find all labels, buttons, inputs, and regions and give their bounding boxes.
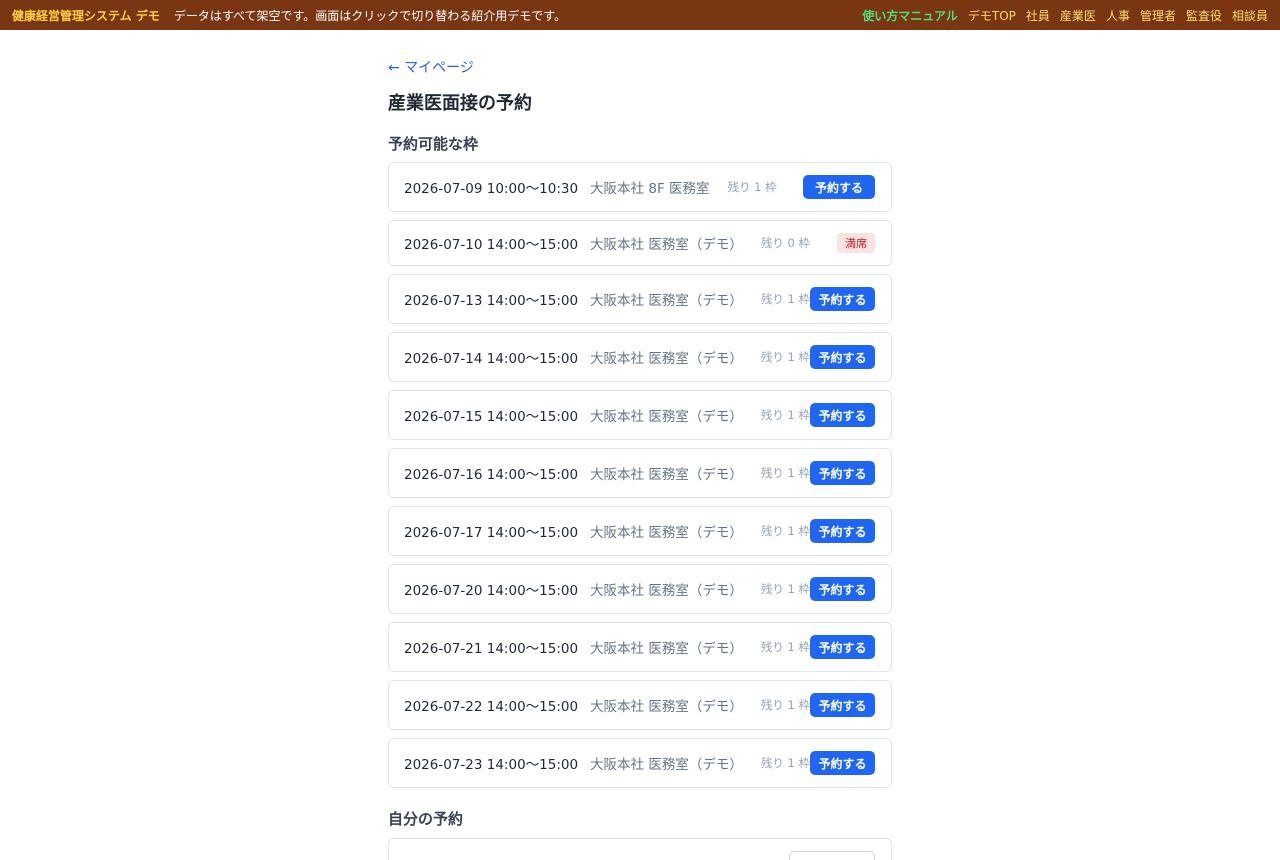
slot-remaining: 残り 1 枠 bbox=[760, 350, 810, 364]
book-button[interactable]: 予約する bbox=[810, 345, 875, 369]
slot-remaining: 残り 1 枠 bbox=[760, 582, 810, 596]
top-nav: 使い方マニュアル デモTOP 社員 産業医 人事 管理者 監査役 相談員 bbox=[862, 7, 1268, 24]
full-badge: 満席 bbox=[837, 233, 875, 253]
demo-notice: データはすべて架空です。画面はクリックで切り替わる紹介用デモです。 bbox=[173, 8, 567, 23]
slot-row: 2026-07-22 14:00〜15:00 大阪本社 医務室（デモ） 残り 1… bbox=[388, 680, 892, 730]
slot-location: 大阪本社 医務室（デモ） bbox=[590, 699, 743, 715]
my-reservation-card bbox=[388, 838, 892, 860]
book-button[interactable]: 予約する bbox=[810, 635, 875, 659]
book-button[interactable]: 予約する bbox=[810, 403, 875, 427]
slot-location: 大阪本社 医務室（デモ） bbox=[590, 409, 743, 425]
slot-location: 大阪本社 医務室（デモ） bbox=[590, 467, 743, 483]
back-to-mypage-link[interactable]: ← マイページ bbox=[388, 57, 892, 77]
slot-list: 2026-07-09 10:00〜10:30 大阪本社 8F 医務室 残り 1 … bbox=[388, 162, 892, 788]
main-content: ← マイページ 産業医面接の予約 予約可能な枠 2026-07-09 10:00… bbox=[388, 30, 892, 860]
slot-row: 2026-07-21 14:00〜15:00 大阪本社 医務室（デモ） 残り 1… bbox=[388, 622, 892, 672]
slot-datetime: 2026-07-23 14:00〜15:00 bbox=[404, 757, 579, 773]
slot-datetime: 2026-07-15 14:00〜15:00 bbox=[404, 409, 579, 425]
slot-datetime: 2026-07-20 14:00〜15:00 bbox=[404, 583, 579, 599]
slot-remaining: 残り 1 枠 bbox=[760, 524, 810, 538]
available-slots-heading: 予約可能な枠 bbox=[388, 135, 479, 153]
slot-location: 大阪本社 医務室（デモ） bbox=[590, 351, 743, 367]
reservation-action-button[interactable] bbox=[789, 851, 875, 860]
slot-row: 2026-07-10 14:00〜15:00 大阪本社 医務室（デモ） 残り 0… bbox=[388, 220, 892, 266]
slot-row: 2026-07-20 14:00〜15:00 大阪本社 医務室（デモ） 残り 1… bbox=[388, 564, 892, 614]
slot-remaining: 残り 1 枠 bbox=[760, 640, 810, 654]
slot-datetime: 2026-07-21 14:00〜15:00 bbox=[404, 641, 579, 657]
slot-datetime: 2026-07-22 14:00〜15:00 bbox=[404, 699, 579, 715]
nav-auditor-link[interactable]: 監査役 bbox=[1186, 7, 1222, 24]
slot-datetime: 2026-07-10 14:00〜15:00 bbox=[404, 237, 579, 253]
nav-demo-top-link[interactable]: デモTOP bbox=[968, 7, 1016, 24]
slot-row: 2026-07-14 14:00〜15:00 大阪本社 医務室（デモ） 残り 1… bbox=[388, 332, 892, 382]
nav-employee-link[interactable]: 社員 bbox=[1026, 7, 1050, 24]
slot-row: 2026-07-13 14:00〜15:00 大阪本社 医務室（デモ） 残り 1… bbox=[388, 274, 892, 324]
slot-datetime: 2026-07-16 14:00〜15:00 bbox=[404, 467, 579, 483]
slot-remaining: 残り 1 枠 bbox=[760, 292, 810, 306]
page-title: 産業医面接の予約 bbox=[388, 93, 532, 114]
nav-hr-link[interactable]: 人事 bbox=[1106, 7, 1130, 24]
slot-remaining: 残り 1 枠 bbox=[760, 466, 810, 480]
book-button[interactable]: 予約する bbox=[803, 175, 875, 199]
slot-datetime: 2026-07-09 10:00〜10:30 bbox=[404, 181, 579, 197]
book-button[interactable]: 予約する bbox=[810, 461, 875, 485]
slot-row: 2026-07-09 10:00〜10:30 大阪本社 8F 医務室 残り 1 … bbox=[388, 162, 892, 212]
my-reservations-heading: 自分の予約 bbox=[388, 810, 464, 828]
nav-occupational-physician-link[interactable]: 産業医 bbox=[1060, 7, 1096, 24]
book-button[interactable]: 予約する bbox=[810, 751, 875, 775]
slot-row: 2026-07-16 14:00〜15:00 大阪本社 医務室（デモ） 残り 1… bbox=[388, 448, 892, 498]
book-button[interactable]: 予約する bbox=[810, 519, 875, 543]
book-button[interactable]: 予約する bbox=[810, 577, 875, 601]
slot-location: 大阪本社 医務室（デモ） bbox=[590, 583, 743, 599]
slot-remaining: 残り 1 枠 bbox=[760, 408, 810, 422]
nav-manual-link[interactable]: 使い方マニュアル bbox=[862, 7, 958, 24]
slot-remaining: 残り 1 枠 bbox=[727, 180, 777, 194]
slot-location: 大阪本社 8F 医務室 bbox=[590, 181, 710, 197]
book-button[interactable]: 予約する bbox=[810, 693, 875, 717]
top-bar: 健康経営管理システム デモ データはすべて架空です。画面はクリックで切り替わる紹… bbox=[0, 0, 1280, 30]
nav-admin-link[interactable]: 管理者 bbox=[1140, 7, 1176, 24]
slot-datetime: 2026-07-13 14:00〜15:00 bbox=[404, 293, 579, 309]
slot-remaining: 残り 0 枠 bbox=[760, 236, 810, 250]
slot-location: 大阪本社 医務室（デモ） bbox=[590, 641, 743, 657]
slot-location: 大阪本社 医務室（デモ） bbox=[590, 237, 743, 253]
slot-row: 2026-07-17 14:00〜15:00 大阪本社 医務室（デモ） 残り 1… bbox=[388, 506, 892, 556]
slot-datetime: 2026-07-17 14:00〜15:00 bbox=[404, 525, 579, 541]
slot-remaining: 残り 1 枠 bbox=[760, 698, 810, 712]
slot-datetime: 2026-07-14 14:00〜15:00 bbox=[404, 351, 579, 367]
slot-row: 2026-07-15 14:00〜15:00 大阪本社 医務室（デモ） 残り 1… bbox=[388, 390, 892, 440]
nav-counselor-link[interactable]: 相談員 bbox=[1232, 7, 1268, 24]
slot-row: 2026-07-23 14:00〜15:00 大阪本社 医務室（デモ） 残り 1… bbox=[388, 738, 892, 788]
slot-location: 大阪本社 医務室（デモ） bbox=[590, 757, 743, 773]
brand-title: 健康経営管理システム デモ bbox=[12, 8, 160, 23]
book-button[interactable]: 予約する bbox=[810, 287, 875, 311]
slot-location: 大阪本社 医務室（デモ） bbox=[590, 525, 743, 541]
slot-remaining: 残り 1 枠 bbox=[760, 756, 810, 770]
slot-location: 大阪本社 医務室（デモ） bbox=[590, 293, 743, 309]
